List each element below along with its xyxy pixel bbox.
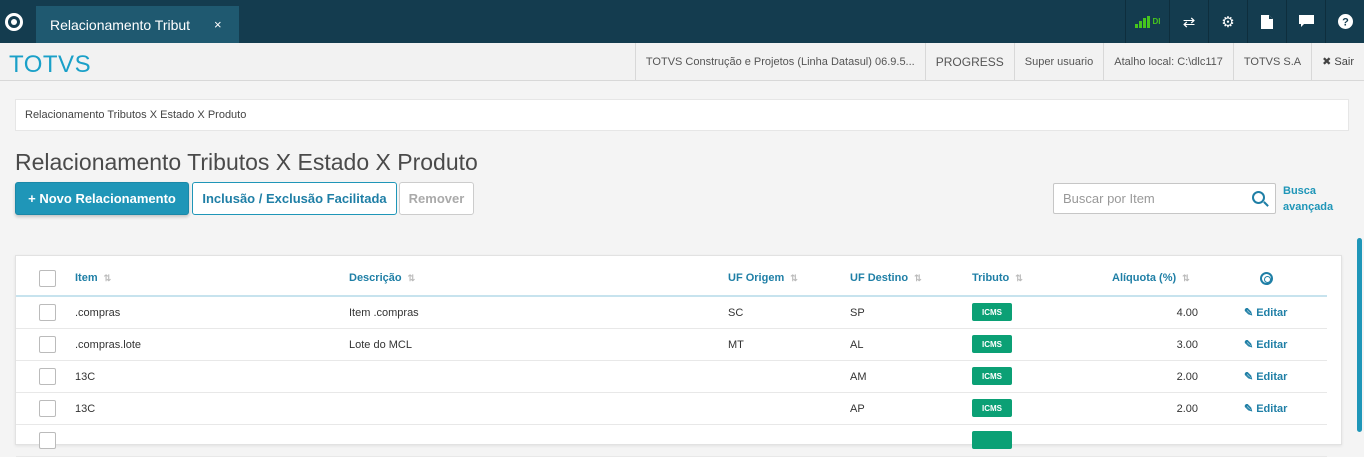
search-box bbox=[1053, 183, 1276, 214]
edit-link[interactable]: ✎ Editar bbox=[1244, 370, 1287, 383]
cell-uf-destino: SP bbox=[850, 307, 865, 319]
top-bar: Relacionamento Tribut × DI ⇄ ⚙ ? bbox=[0, 0, 1364, 50]
column-settings-gear-icon[interactable] bbox=[1260, 272, 1273, 285]
table-row[interactable] bbox=[16, 425, 1327, 457]
edit-label: Editar bbox=[1256, 307, 1288, 319]
table-row[interactable]: .compras Item .compras SC SP ICMS 4.00 ✎… bbox=[16, 297, 1327, 329]
col-uf-destino-label: UF Destino bbox=[850, 272, 909, 284]
table-row[interactable]: 13C AM ICMS 2.00 ✎ Editar bbox=[16, 361, 1327, 393]
data-table: Item ⇅ Descrição ⇅ UF Origem ⇅ UF Destino ⇅ … bbox=[15, 255, 1342, 457]
row-checkbox[interactable] bbox=[39, 432, 56, 449]
cell-item: 13C bbox=[75, 403, 96, 415]
cell-descricao: Item .compras bbox=[349, 307, 419, 319]
sort-icon: ⇅ bbox=[1015, 273, 1023, 283]
pencil-icon: ✎ bbox=[1244, 403, 1254, 415]
tributo-badge bbox=[972, 431, 1012, 449]
cell-uf-destino: AL bbox=[850, 339, 864, 351]
table-header: Item ⇅ Descrição ⇅ UF Origem ⇅ UF Destino ⇅ … bbox=[16, 256, 1327, 297]
col-aliquota[interactable]: Alíquota (%) ⇅ bbox=[1112, 272, 1190, 284]
org-info: TOTVS S.A bbox=[1232, 43, 1311, 80]
sort-icon: ⇅ bbox=[790, 273, 798, 283]
breadcrumb: Relacionamento Tributos X Estado X Produ… bbox=[15, 99, 1349, 131]
col-descricao-label: Descrição bbox=[349, 272, 402, 284]
cell-uf-origem: MT bbox=[728, 339, 744, 351]
totvs-logo-icon[interactable] bbox=[0, 0, 28, 43]
edit-link[interactable]: ✎ Editar bbox=[1244, 306, 1287, 319]
scrollbar[interactable] bbox=[1357, 238, 1362, 432]
document-icon[interactable] bbox=[1247, 0, 1286, 43]
col-item-label: Item bbox=[75, 272, 98, 284]
connection-signal-icon[interactable]: DI bbox=[1125, 0, 1169, 43]
edit-label: Editar bbox=[1256, 403, 1288, 415]
cell-aliquota: 4.00 bbox=[1176, 307, 1198, 319]
gear-icon[interactable]: ⚙ bbox=[1208, 0, 1247, 43]
col-uf-origem[interactable]: UF Origem ⇅ bbox=[728, 272, 798, 284]
col-uf-origem-label: UF Origem bbox=[728, 272, 785, 284]
breadcrumb-item[interactable]: Relacionamento Tributos X Estado X Produ… bbox=[25, 109, 246, 121]
sort-icon: ⇅ bbox=[103, 273, 112, 283]
shortcut-info: Atalho local: C:\dlc117 bbox=[1103, 43, 1233, 80]
table-row[interactable]: .compras.lote Lote do MCL MT AL ICMS 3.0… bbox=[16, 329, 1327, 361]
cell-descricao: Lote do MCL bbox=[349, 339, 412, 351]
col-tributo[interactable]: Tributo ⇅ bbox=[972, 272, 1023, 284]
database-info: PROGRESS bbox=[924, 43, 1014, 80]
search-input[interactable] bbox=[1054, 184, 1234, 213]
user-info[interactable]: Super usuario bbox=[1013, 43, 1104, 80]
row-checkbox[interactable] bbox=[39, 304, 56, 321]
tributo-badge: ICMS bbox=[972, 399, 1012, 417]
cell-item: 13C bbox=[75, 371, 96, 383]
pencil-icon: ✎ bbox=[1244, 307, 1254, 319]
cell-aliquota: 3.00 bbox=[1176, 339, 1198, 351]
cell-aliquota: 2.00 bbox=[1176, 403, 1198, 415]
cell-uf-origem: SC bbox=[728, 307, 744, 319]
table-row[interactable]: 13C AP ICMS 2.00 ✎ Editar bbox=[16, 393, 1327, 425]
brand-logo: TOTVS bbox=[9, 51, 92, 78]
tab-relacionamento[interactable]: Relacionamento Tribut × bbox=[36, 6, 239, 50]
edit-label: Editar bbox=[1256, 371, 1288, 383]
edit-link[interactable]: ✎ Editar bbox=[1244, 402, 1287, 415]
cell-uf-destino: AM bbox=[850, 371, 867, 383]
cell-item: .compras bbox=[75, 307, 121, 319]
tributo-badge: ICMS bbox=[972, 303, 1012, 321]
row-checkbox[interactable] bbox=[39, 336, 56, 353]
pencil-icon: ✎ bbox=[1244, 339, 1254, 351]
remove-button[interactable]: Remover bbox=[399, 182, 474, 215]
sort-icon: ⇅ bbox=[914, 273, 922, 283]
row-checkbox[interactable] bbox=[39, 400, 56, 417]
sort-icon: ⇅ bbox=[1182, 273, 1190, 283]
advanced-search-link[interactable]: Busca avançada bbox=[1283, 183, 1343, 215]
signal-label: DI bbox=[1152, 17, 1161, 26]
edit-link[interactable]: ✎ Editar bbox=[1244, 338, 1287, 351]
col-tributo-label: Tributo bbox=[972, 272, 1010, 284]
tributo-badge: ICMS bbox=[972, 335, 1012, 353]
logout-button[interactable]: ✖ Sair bbox=[1311, 43, 1364, 80]
bulk-include-exclude-button[interactable]: Inclusão / Exclusão Facilitada bbox=[192, 182, 397, 215]
col-uf-destino[interactable]: UF Destino ⇅ bbox=[850, 272, 922, 284]
select-all-checkbox[interactable] bbox=[39, 270, 56, 287]
edit-label: Editar bbox=[1256, 339, 1288, 351]
col-aliquota-label: Alíquota (%) bbox=[1112, 272, 1177, 284]
chat-icon[interactable] bbox=[1286, 0, 1325, 43]
col-item[interactable]: Item ⇅ bbox=[75, 272, 111, 284]
svg-text:?: ? bbox=[1342, 17, 1349, 29]
help-icon[interactable]: ? bbox=[1325, 0, 1364, 43]
cell-item: .compras.lote bbox=[75, 339, 142, 351]
page-title: Relacionamento Tributos X Estado X Produ… bbox=[15, 149, 478, 175]
tab-label: Relacionamento Tribut bbox=[50, 16, 191, 33]
pencil-icon: ✎ bbox=[1244, 371, 1254, 383]
app-header: TOTVS TOTVS Construção e Projetos (Linha… bbox=[0, 43, 1364, 81]
search-icon[interactable] bbox=[1252, 191, 1265, 204]
cell-aliquota: 2.00 bbox=[1176, 371, 1198, 383]
new-relationship-button[interactable]: + Novo Relacionamento bbox=[15, 182, 189, 215]
row-checkbox[interactable] bbox=[39, 368, 56, 385]
col-descricao[interactable]: Descrição ⇅ bbox=[349, 272, 415, 284]
cell-uf-destino: AP bbox=[850, 403, 865, 415]
sort-icon: ⇅ bbox=[407, 273, 416, 283]
company-info[interactable]: TOTVS Construção e Projetos (Linha Datas… bbox=[634, 43, 925, 80]
tributo-badge: ICMS bbox=[972, 367, 1012, 385]
tab-close-icon[interactable]: × bbox=[214, 17, 222, 32]
shuffle-icon[interactable]: ⇄ bbox=[1169, 0, 1208, 43]
